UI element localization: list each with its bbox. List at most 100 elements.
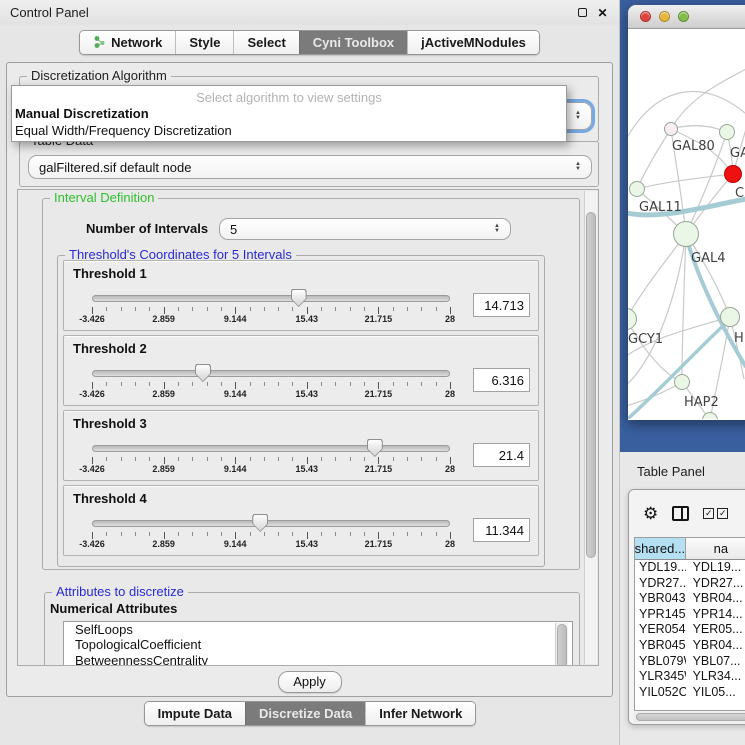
- table-row[interactable]: YLR345WYLR34...: [635, 669, 745, 685]
- checkbox-icon[interactable]: ✓: [717, 508, 728, 519]
- table-row[interactable]: YBR043CYBR04...: [635, 591, 745, 607]
- settings-vertical-scrollbar[interactable]: [584, 191, 597, 664]
- table-row[interactable]: YDL19...YDL19...: [635, 560, 745, 576]
- split-columns-icon[interactable]: [672, 506, 689, 521]
- network-node-h[interactable]: [720, 307, 740, 327]
- slider-tick: [121, 532, 122, 536]
- slider-tick: [450, 457, 451, 464]
- table-column-header[interactable]: na: [686, 538, 745, 559]
- number-of-intervals-combobox[interactable]: 5 ▲▼: [219, 218, 511, 240]
- tab-cyni-toolbox[interactable]: Cyni Toolbox: [299, 31, 407, 54]
- table-horizontal-scrollbar[interactable]: [634, 712, 745, 723]
- threshold-slider[interactable]: -3.4262.8599.14415.4321.71528: [92, 261, 450, 332]
- slider-thumb-icon[interactable]: [291, 289, 307, 307]
- network-edge[interactable]: [671, 69, 745, 129]
- slider-tick-label: -3.426: [79, 464, 105, 474]
- slider-tick-label: 15.43: [296, 389, 319, 399]
- threshold-slider[interactable]: -3.4262.8599.14415.4321.71528: [92, 336, 450, 407]
- slider-tick: [164, 532, 165, 539]
- float-window-icon[interactable]: [576, 6, 589, 19]
- threshold-value-field[interactable]: 14.713: [473, 293, 530, 317]
- close-icon[interactable]: ✕: [596, 6, 609, 19]
- checkbox-icon[interactable]: ✓: [703, 508, 714, 519]
- network-node-gal11[interactable]: [629, 181, 645, 197]
- network-edge[interactable]: [686, 234, 730, 317]
- tab-style[interactable]: Style: [175, 31, 233, 54]
- slider-tick: [378, 382, 379, 389]
- slider-thumb-icon[interactable]: [195, 364, 211, 382]
- network-node-gal80[interactable]: [664, 122, 678, 136]
- slider-tick: [207, 382, 208, 386]
- tab-jactivemnodules[interactable]: jActiveMNodules: [407, 31, 539, 54]
- attributes-list-scrollbar[interactable]: [555, 623, 568, 666]
- network-node-gal4[interactable]: [673, 221, 699, 247]
- table-row[interactable]: YBR045CYBR04...: [635, 638, 745, 654]
- apply-button[interactable]: Apply: [278, 671, 342, 693]
- slider-tick: [292, 307, 293, 311]
- minimize-traffic-light-icon[interactable]: [659, 11, 670, 22]
- slider-tick: [407, 457, 408, 461]
- network-node-ga[interactable]: [719, 124, 735, 140]
- table-row[interactable]: YIL052CYIL05...: [635, 685, 745, 701]
- attribute-list-item[interactable]: SelfLoops: [64, 622, 572, 637]
- slider-tick: [350, 532, 351, 536]
- algorithm-option[interactable]: Equal Width/Frequency Discretization: [12, 122, 566, 139]
- slider-track: [92, 370, 450, 377]
- slider-tick: [149, 382, 150, 386]
- bottom-tab-impute-data[interactable]: Impute Data: [145, 702, 245, 725]
- slider-tick: [321, 457, 322, 461]
- network-edge[interactable]: [637, 129, 671, 189]
- slider-tick: [250, 457, 251, 461]
- slider-tick: [92, 457, 93, 464]
- tab-network[interactable]: Network: [80, 31, 175, 54]
- numerical-attributes-list[interactable]: SelfLoopsTopologicalCoefficientBetweenne…: [63, 621, 573, 666]
- interval-definition-group: Interval Definition Number of Intervals …: [42, 198, 580, 570]
- table-cell-name: YBR04...: [686, 591, 745, 607]
- threshold-box: Threshold 1-3.4262.8599.14415.4321.71528…: [63, 260, 539, 331]
- slider-tick: [264, 382, 265, 386]
- gear-icon[interactable]: ⚙: [643, 505, 658, 522]
- table-row[interactable]: YPR145WYPR14...: [635, 607, 745, 623]
- network-window-titlebar: [628, 5, 745, 29]
- control-panel: Control Panel ✕ NetworkStyleSelectCyni T…: [0, 0, 620, 745]
- table-column-header[interactable]: shared...: [635, 538, 686, 559]
- slider-thumb-icon[interactable]: [252, 514, 268, 532]
- slider-tick: [178, 307, 179, 311]
- network-node-hap2[interactable]: [674, 374, 690, 390]
- bottom-tab-label: Infer Network: [379, 706, 462, 721]
- zoom-traffic-light-icon[interactable]: [678, 11, 689, 22]
- table-row[interactable]: YDR27...YDR27...: [635, 576, 745, 592]
- attribute-list-item[interactable]: TopologicalCoefficient: [64, 637, 572, 652]
- network-edge[interactable]: [628, 234, 686, 389]
- slider-tick: [307, 382, 308, 389]
- bottom-tab-discretize-data[interactable]: Discretize Data: [245, 702, 365, 725]
- attribute-list-item[interactable]: BetweennessCentrality: [64, 653, 572, 666]
- close-traffic-light-icon[interactable]: [640, 11, 651, 22]
- slider-tick-label: 28: [445, 314, 455, 324]
- network-node-c[interactable]: [724, 165, 742, 183]
- slider-tick: [121, 382, 122, 386]
- slider-tick: [149, 457, 150, 461]
- network-edge[interactable]: [637, 174, 733, 189]
- slider-tick: [135, 457, 136, 461]
- threshold-value-field[interactable]: 21.4: [473, 443, 530, 467]
- slider-tick-label: 9.144: [224, 314, 247, 324]
- bottom-tab-infer-network[interactable]: Infer Network: [365, 702, 475, 725]
- table-row[interactable]: YER054CYER05...: [635, 622, 745, 638]
- network-canvas[interactable]: GAL80GACGAL11GAL4GCY1HHAP2: [628, 29, 745, 419]
- slider-tick: [164, 382, 165, 389]
- threshold-slider[interactable]: -3.4262.8599.14415.4321.71528: [92, 411, 450, 482]
- table-row[interactable]: YBL079WYBL07...: [635, 654, 745, 670]
- threshold-value-field[interactable]: 6.316: [473, 368, 530, 392]
- slider-tick: [407, 307, 408, 311]
- number-of-intervals-value: 5: [230, 222, 488, 237]
- slider-tick-label: -3.426: [79, 314, 105, 324]
- threshold-slider[interactable]: -3.4262.8599.14415.4321.71528: [92, 486, 450, 557]
- slider-thumb-icon[interactable]: [367, 439, 383, 457]
- algorithm-option[interactable]: Manual Discretization: [12, 105, 566, 122]
- table-data-combobox[interactable]: galFiltered.sif default node ▲▼: [28, 155, 592, 179]
- tab-select[interactable]: Select: [233, 31, 298, 54]
- threshold-value-field[interactable]: 11.344: [473, 518, 530, 542]
- slider-tick-label: 28: [445, 539, 455, 549]
- slider-tick: [335, 382, 336, 386]
